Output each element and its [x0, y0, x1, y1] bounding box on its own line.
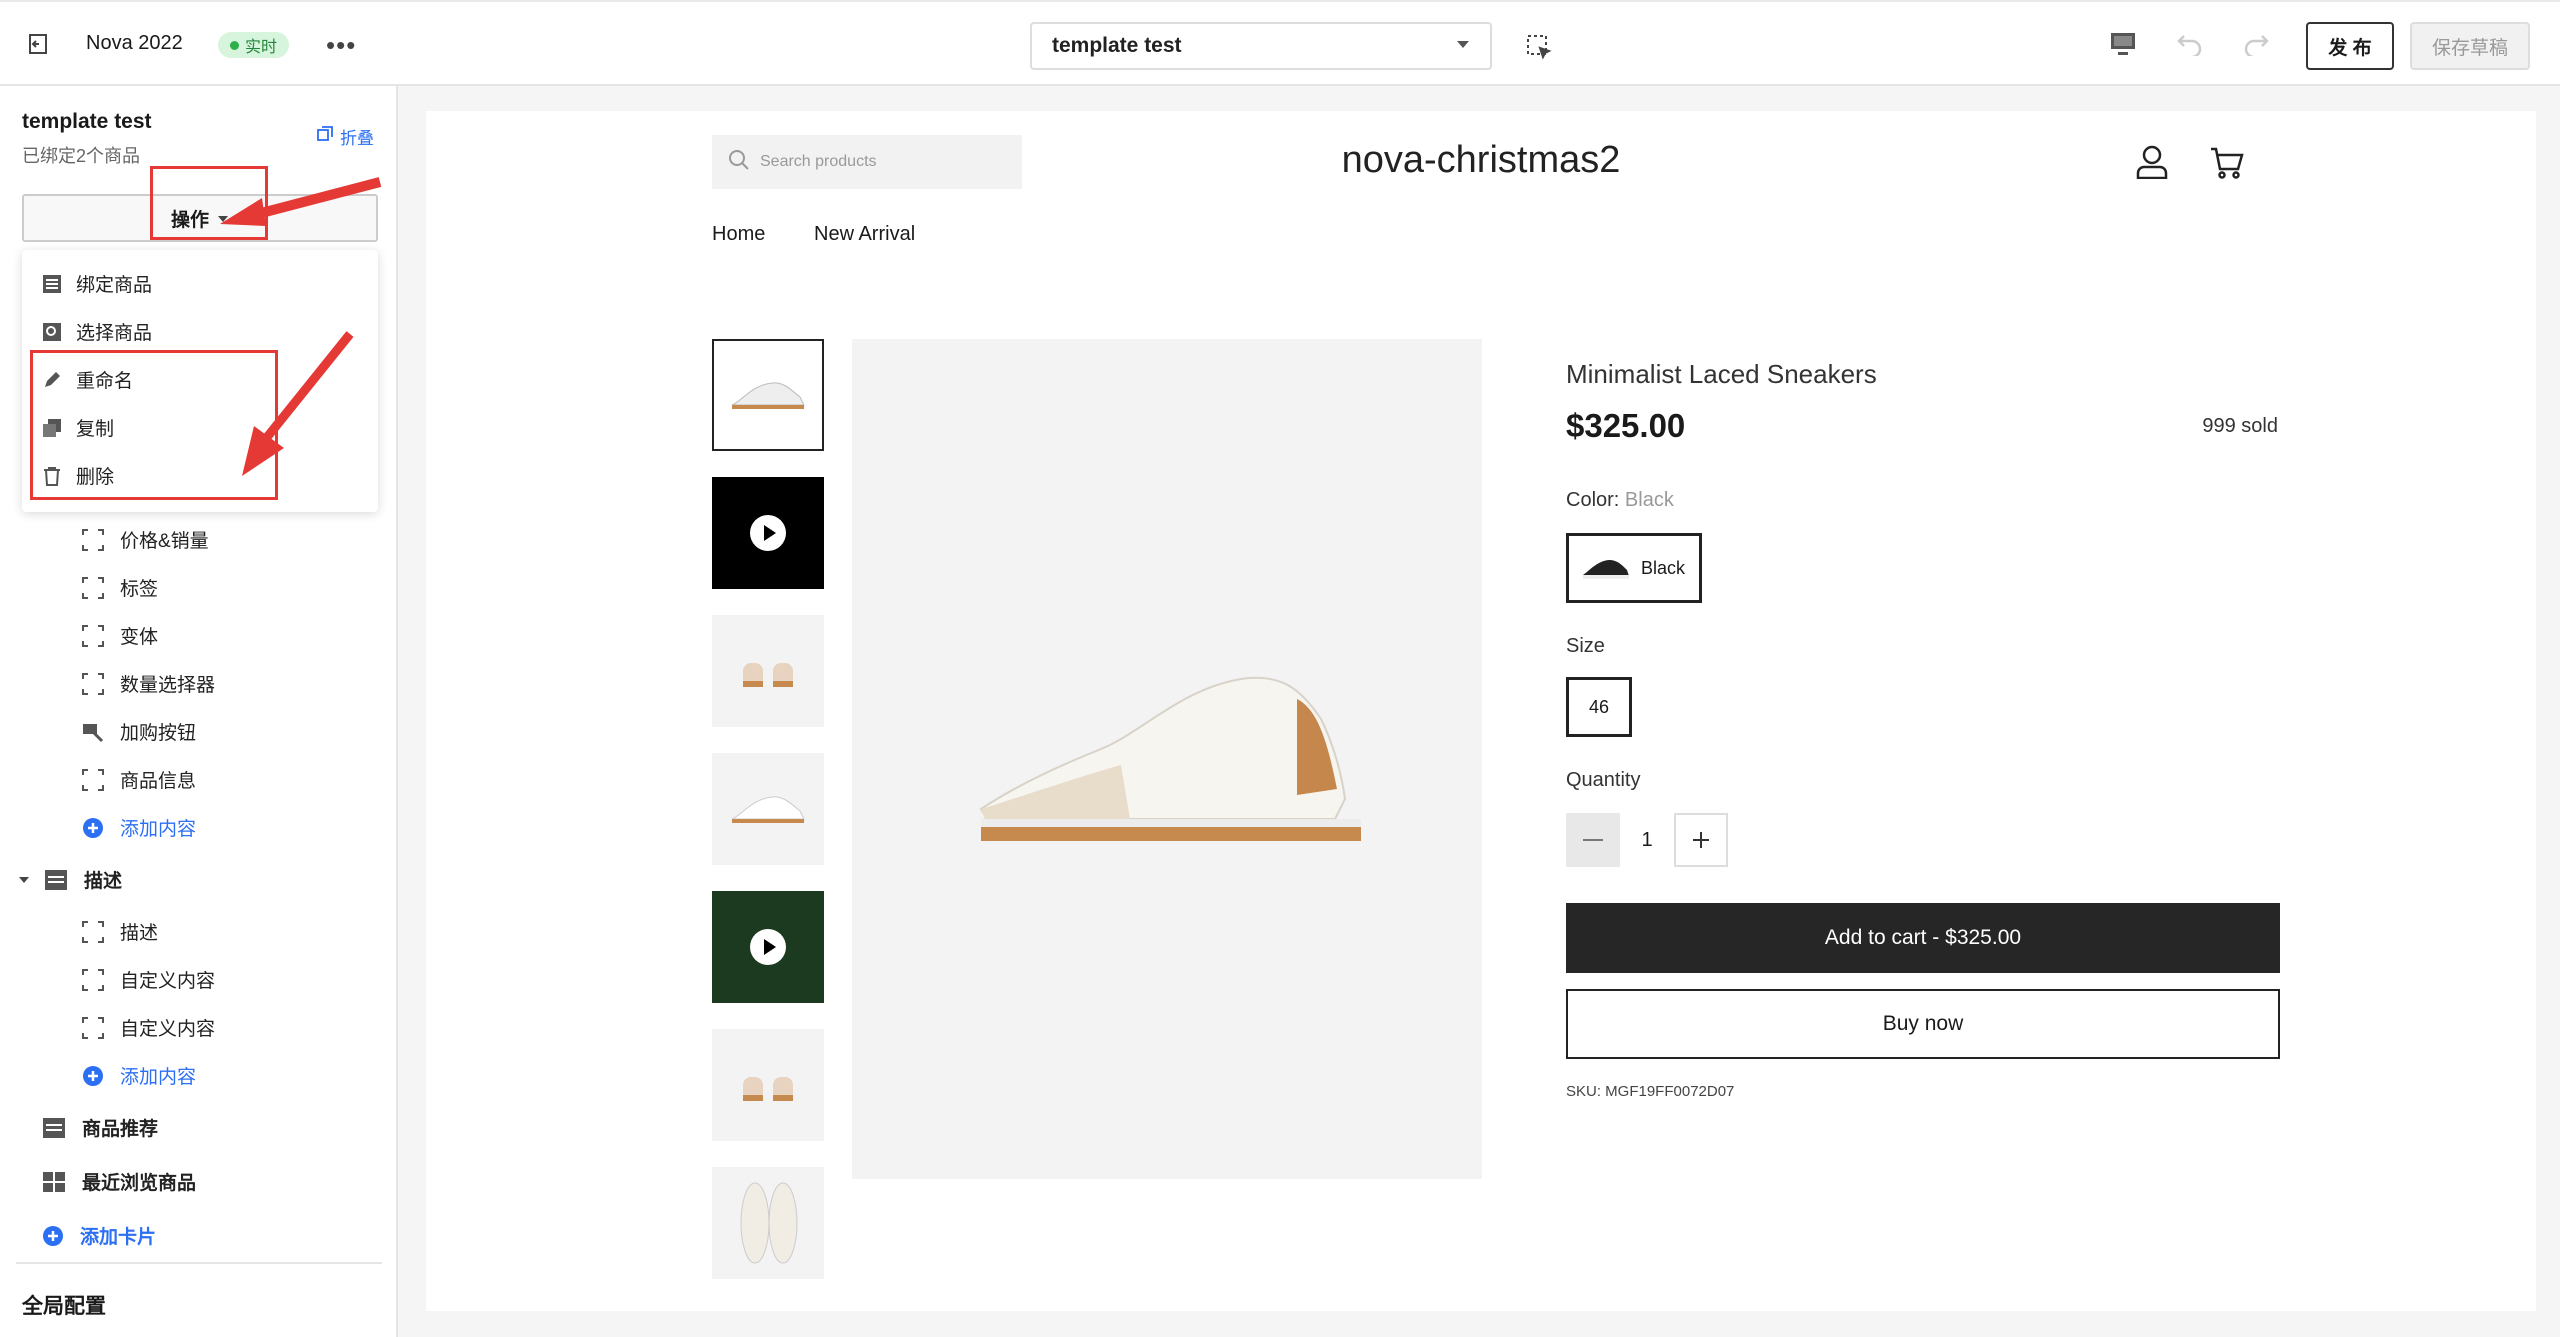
red-arrow-icon — [220, 177, 382, 226]
section-icon — [45, 869, 67, 890]
block-item[interactable]: 价格&销量 — [82, 526, 209, 553]
thumbnail[interactable] — [712, 339, 824, 451]
publish-button[interactable]: 发 布 — [2306, 22, 2394, 70]
collapse-icon — [316, 125, 334, 148]
qty-plus-button[interactable] — [1674, 813, 1728, 867]
sneaker-image-icon — [1583, 560, 1629, 579]
cart-icon[interactable] — [2210, 147, 2244, 184]
search-product-icon — [43, 322, 61, 341]
plus-circle-icon — [43, 1225, 63, 1246]
block-item[interactable]: 商品信息 — [82, 766, 196, 793]
product-price: $325.00 — [1566, 407, 1686, 444]
global-config[interactable]: 全局配置 — [22, 1290, 106, 1320]
block-item[interactable]: 标签 — [82, 574, 158, 601]
preview-canvas: Search products nova-christmas2 Home New… — [426, 111, 2536, 1311]
block-item[interactable]: 自定义内容 — [82, 1014, 215, 1041]
block-item[interactable]: 加购按钮 — [82, 718, 196, 745]
undo-icon[interactable] — [2176, 32, 2204, 56]
caret-down-icon — [1456, 37, 1470, 55]
add-card-link[interactable]: 添加卡片 — [42, 1222, 156, 1249]
size-label: Size — [1566, 635, 1605, 657]
plus-icon — [1693, 832, 1709, 848]
block-icon — [82, 920, 104, 943]
size-option-46[interactable]: 46 — [1566, 677, 1632, 737]
section-description[interactable]: 描述 — [18, 866, 122, 893]
sold-count: 999 sold — [2202, 415, 2278, 437]
collapse-link[interactable]: 折叠 — [316, 124, 374, 149]
block-icon — [82, 968, 104, 991]
block-icon — [82, 1016, 104, 1039]
add-to-cart-button[interactable]: Add to cart - $325.00 — [1566, 903, 2280, 973]
play-icon — [750, 929, 786, 965]
nav-home[interactable]: Home — [712, 223, 765, 246]
live-badge: 实时 — [218, 32, 290, 58]
sidebar: template test 已绑定2个商品 折叠 操作 绑定商品 选择商品 重命… — [0, 86, 398, 1337]
color-option-black[interactable]: Black — [1566, 533, 1702, 603]
live-dot-icon — [230, 40, 239, 50]
quantity-label: Quantity — [1566, 769, 1641, 791]
block-icon — [82, 624, 104, 647]
select-area-icon[interactable] — [1526, 34, 1552, 60]
block-icon — [82, 768, 104, 791]
main-product-image[interactable] — [852, 339, 1482, 1179]
divider — [16, 1262, 382, 1264]
block-item[interactable]: 数量选择器 — [82, 670, 215, 697]
red-arrow-icon — [242, 331, 354, 476]
store-name: Nova 2022 — [86, 32, 183, 54]
menu-bind-product[interactable]: 绑定商品 — [42, 270, 152, 297]
section-icon — [43, 1117, 65, 1138]
thumbnail[interactable] — [712, 753, 824, 865]
block-item[interactable]: 自定义内容 — [82, 966, 215, 993]
block-icon — [82, 576, 104, 599]
product-title: Minimalist Laced Sneakers — [1566, 359, 1877, 389]
account-icon[interactable] — [2136, 145, 2168, 184]
play-icon — [750, 515, 786, 551]
list-icon — [43, 274, 61, 293]
thumbnail[interactable] — [712, 1029, 824, 1141]
grid-icon — [43, 1171, 65, 1192]
add-content-link[interactable]: 添加内容 — [82, 1062, 196, 1089]
menu-select-product[interactable]: 选择商品 — [42, 318, 152, 345]
top-bar: Nova 2022 实时 ••• template test 发 布 保存草稿 — [0, 0, 2560, 86]
video-thumbnail[interactable] — [712, 477, 824, 589]
color-label: Color: Black — [1566, 489, 1674, 511]
block-item[interactable]: 描述 — [82, 918, 158, 945]
sneaker-image-icon — [743, 1077, 793, 1101]
exit-icon[interactable] — [26, 32, 50, 56]
buy-now-button[interactable]: Buy now — [1566, 989, 2280, 1059]
block-icon — [82, 672, 104, 695]
thumbnail[interactable] — [712, 615, 824, 727]
block-item[interactable]: 变体 — [82, 622, 158, 649]
save-draft-button[interactable]: 保存草稿 — [2410, 22, 2530, 70]
caret-down-icon — [19, 876, 29, 883]
sneaker-image-icon — [740, 1182, 798, 1264]
sneaker-image-icon — [731, 382, 805, 409]
minus-icon — [1583, 839, 1603, 841]
section-recent[interactable]: 最近浏览商品 — [42, 1168, 196, 1195]
plus-circle-icon — [83, 1065, 103, 1086]
template-select[interactable]: template test — [1030, 22, 1492, 70]
desktop-icon[interactable] — [2110, 32, 2136, 56]
template-title: template test — [22, 110, 152, 133]
add-content-link[interactable]: 添加内容 — [82, 814, 196, 841]
cart-button-icon — [83, 723, 104, 742]
sneaker-image-icon — [743, 663, 793, 687]
sneaker-image-icon — [731, 796, 805, 823]
video-thumbnail[interactable] — [712, 891, 824, 1003]
thumbnail[interactable] — [712, 1167, 824, 1279]
section-recommend[interactable]: 商品推荐 — [42, 1114, 158, 1141]
qty-value[interactable]: 1 — [1620, 813, 1674, 867]
qty-minus-button[interactable] — [1566, 813, 1620, 867]
nav-new-arrival[interactable]: New Arrival — [814, 223, 915, 246]
bound-count: 已绑定2个商品 — [22, 146, 141, 166]
redo-icon[interactable] — [2242, 32, 2270, 56]
more-icon[interactable]: ••• — [326, 30, 356, 61]
sneaker-image-icon — [979, 676, 1361, 841]
block-icon — [82, 528, 104, 551]
product-sku: SKU: MGF19FF0072D07 — [1566, 1083, 1735, 1100]
plus-circle-icon — [83, 817, 103, 838]
